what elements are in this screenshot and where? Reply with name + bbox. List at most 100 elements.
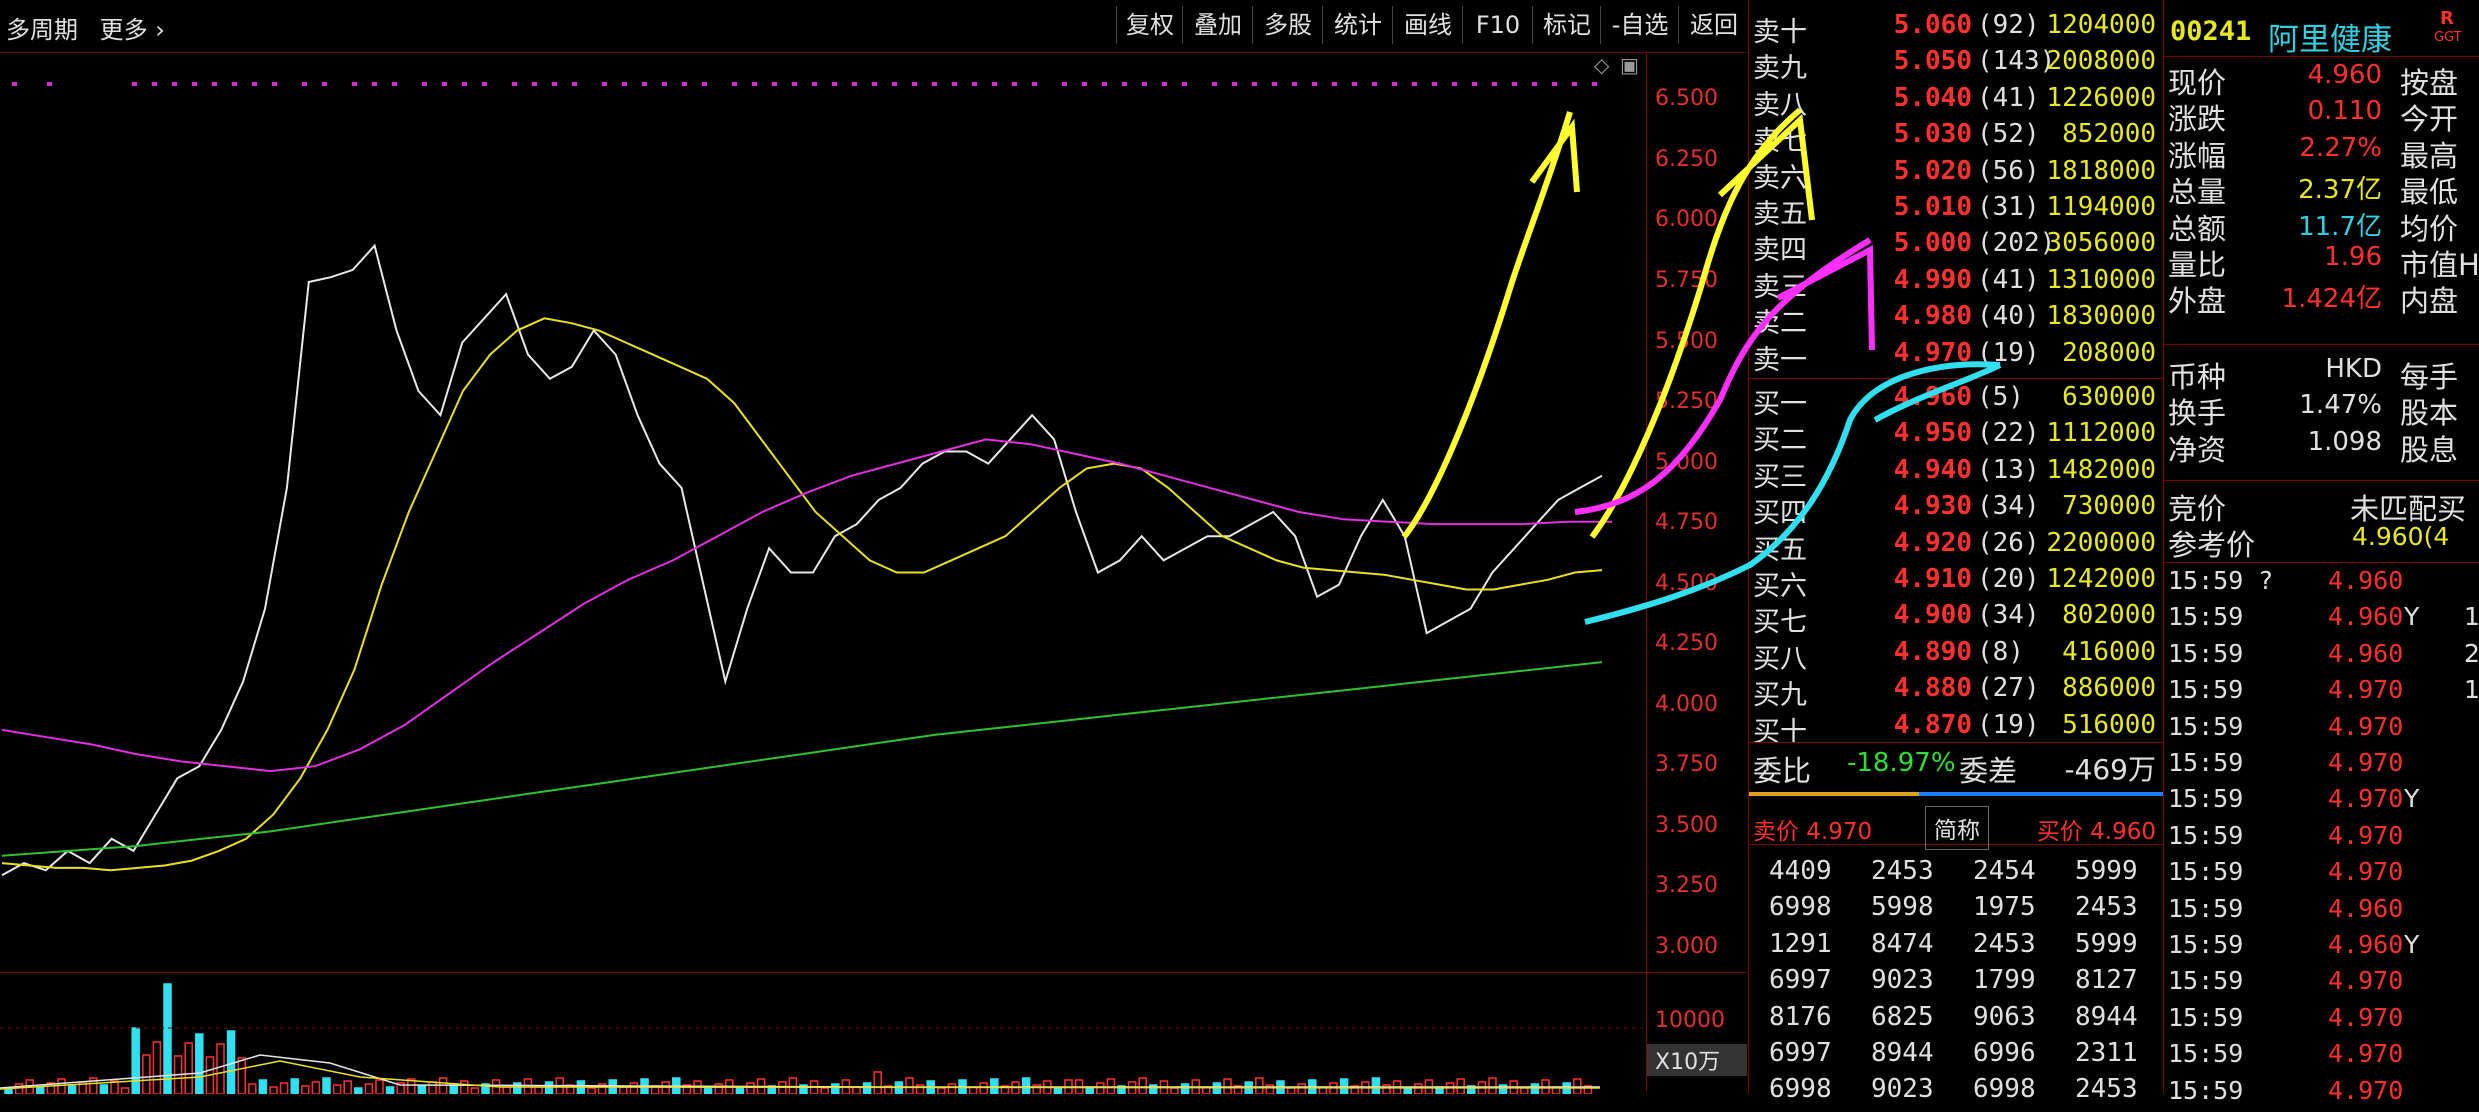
bids-row[interactable]: 买九 4.880 (27) 886000 — [1749, 673, 2164, 711]
diamond-icon[interactable]: ◇ — [1594, 53, 1610, 77]
bids-price: 4.920 — [1893, 527, 1972, 558]
toolbar-button-6[interactable]: 标记 — [1532, 6, 1601, 44]
asks-price: 5.040 — [1893, 82, 1972, 113]
bids-row[interactable]: 买五 4.920 (26) 2200000 — [1749, 527, 2164, 566]
broker-id[interactable]: 6997 — [1769, 965, 1832, 995]
asks-row[interactable]: 卖九 5.050 (143) 2008000 — [1749, 46, 2164, 84]
asks-row[interactable]: 卖三 4.990 (41) 1310000 — [1749, 265, 2164, 303]
asks-row[interactable]: 卖七 5.030 (52) 852000 — [1749, 119, 2164, 157]
tick-row: 15:59 4.970 1 — [2164, 675, 2479, 711]
signal-dot — [1452, 82, 1457, 86]
toolbar-button-8[interactable]: 返回 — [1678, 6, 1749, 44]
bids-volume: 802000 — [2062, 600, 2156, 631]
toolbar-button-7[interactable]: -自选 — [1600, 6, 1679, 44]
broker-id[interactable]: 2453 — [1871, 856, 1934, 886]
volume-bar — [587, 1087, 596, 1094]
bids-count: (34) — [1977, 600, 2040, 631]
broker-id[interactable]: 6998 — [1769, 1074, 1832, 1104]
broker-id[interactable]: 9023 — [1871, 1074, 1934, 1104]
signal-dot — [12, 82, 17, 86]
broker-id[interactable]: 5999 — [2075, 856, 2138, 886]
bids-row[interactable]: 买七 4.900 (34) 802000 — [1749, 600, 2164, 638]
broker-id[interactable]: 9063 — [1973, 1002, 2036, 1032]
tick-row: 15:59 4.960 2 — [2164, 639, 2479, 675]
tick-time: 15:59 — [2168, 893, 2244, 923]
bids-row[interactable]: 买十 4.870 (19) 516000 — [1749, 710, 2164, 748]
info-field-right-label: 内盘 — [2400, 284, 2459, 319]
asks-row[interactable]: 卖八 5.040 (41) 1226000 — [1749, 82, 2164, 121]
bids-row[interactable]: 买三 4.940 (13) 1482000 — [1749, 455, 2164, 493]
bids-row[interactable]: 买八 4.890 (8) 416000 — [1749, 637, 2164, 675]
panel-toggle-icon[interactable]: ▣ — [1620, 53, 1639, 77]
asks-row[interactable]: 卖六 5.020 (56) 1818000 — [1749, 156, 2164, 194]
signal-dot — [682, 82, 687, 86]
broker-id[interactable]: 8944 — [2075, 1002, 2138, 1032]
broker-id[interactable]: 6998 — [1769, 892, 1832, 922]
broker-id[interactable]: 2453 — [1973, 929, 2036, 959]
broker-id[interactable]: 1291 — [1769, 929, 1832, 959]
broker-row: 1291 8474 2453 5999 — [1749, 929, 2164, 965]
signal-dot — [1102, 82, 1107, 86]
broker-id[interactable]: 2453 — [2075, 892, 2138, 922]
info-field-row: 换手 1.47% 股本 — [2164, 390, 2479, 430]
asks-volume: 1226000 — [2046, 82, 2156, 113]
broker-id[interactable]: 6998 — [1973, 1074, 2036, 1104]
more-menu[interactable]: 更多 — [100, 16, 148, 44]
broker-id[interactable]: 1799 — [1973, 965, 2036, 995]
broker-id[interactable]: 8474 — [1871, 929, 1934, 959]
broker-id[interactable]: 6825 — [1871, 1002, 1934, 1032]
broker-id[interactable]: 9023 — [1871, 965, 1934, 995]
toolbar-button-5[interactable]: F10 — [1462, 6, 1533, 44]
toolbar-button-0[interactable]: 复权 — [1116, 6, 1183, 44]
broker-id[interactable]: 8944 — [1871, 1038, 1934, 1068]
broker-id[interactable]: 2311 — [2075, 1038, 2138, 1068]
asks-volume: 3056000 — [2046, 228, 2156, 259]
period-label[interactable]: 多周期 — [6, 16, 78, 44]
asks-row[interactable]: 卖五 5.010 (31) 1194000 — [1749, 192, 2164, 230]
signal-dot — [1592, 82, 1597, 86]
toolbar-button-1[interactable]: 叠加 — [1182, 6, 1253, 44]
toolbar-button-4[interactable]: 画线 — [1392, 6, 1463, 44]
signal-dot — [1432, 82, 1437, 86]
asks-row[interactable]: 卖二 4.980 (40) 1830000 — [1749, 301, 2164, 339]
signal-dot — [1492, 82, 1497, 86]
info-field-value: 0.110 — [2307, 96, 2382, 127]
broker-id[interactable]: 1975 — [1973, 892, 2036, 922]
tick-row: 15:59 4.970 — [2164, 748, 2479, 784]
broker-id[interactable]: 8176 — [1769, 1002, 1832, 1032]
broker-id[interactable]: 6997 — [1769, 1038, 1832, 1068]
signal-dot — [752, 82, 757, 86]
bids-row[interactable]: 买二 4.950 (22) 1112000 — [1749, 418, 2164, 456]
price-chart[interactable]: ◇ ▣ — [0, 52, 1650, 972]
broker-id[interactable]: 6996 — [1973, 1038, 2036, 1068]
broker-id[interactable]: 5999 — [2075, 929, 2138, 959]
volume-unit: X10万 — [1647, 1044, 1747, 1076]
tick-row: 15:59 4.960 Y 1 — [2164, 602, 2479, 638]
volume-bar — [131, 1027, 140, 1094]
broker-id[interactable]: 2454 — [1973, 856, 2036, 886]
broker-header: 卖价 4.970 简称 买价 4.960 — [1749, 804, 2164, 850]
volume-bar — [438, 1077, 448, 1094]
asks-row[interactable]: 卖十 5.060 (92) 1204000 — [1749, 10, 2164, 48]
tick-extra: 2 — [2464, 638, 2479, 668]
broker-id[interactable]: 8127 — [2075, 965, 2138, 995]
bids-row[interactable]: 买一 4.960 (5) 630000 — [1749, 382, 2164, 420]
signal-dot — [352, 82, 357, 86]
bids-row[interactable]: 买四 4.930 (34) 730000 — [1749, 491, 2164, 529]
period-menu[interactable]: 多周期 更多 › — [6, 10, 165, 45]
signal-dot — [132, 82, 137, 86]
toolbar-button-2[interactable]: 多股 — [1252, 6, 1323, 44]
broker-id[interactable]: 5998 — [1871, 892, 1934, 922]
asks-row[interactable]: 卖一 4.970 (19) 208000 — [1749, 338, 2164, 376]
volume-bar — [1403, 1087, 1412, 1094]
toolbar-button-3[interactable]: 统计 — [1322, 6, 1393, 44]
broker-id[interactable]: 2453 — [2075, 1074, 2138, 1104]
bids-row[interactable]: 买六 4.910 (20) 1242000 — [1749, 564, 2164, 602]
asks-row[interactable]: 卖四 5.000 (202) 3056000 — [1749, 228, 2164, 266]
signal-dot — [272, 82, 277, 86]
tick-price: 4.960 — [2328, 638, 2404, 668]
signal-dot — [302, 82, 307, 86]
asks-volume: 852000 — [2062, 119, 2156, 150]
broker-id[interactable]: 4409 — [1769, 856, 1832, 886]
short-name-toggle[interactable]: 简称 — [1925, 806, 1989, 850]
